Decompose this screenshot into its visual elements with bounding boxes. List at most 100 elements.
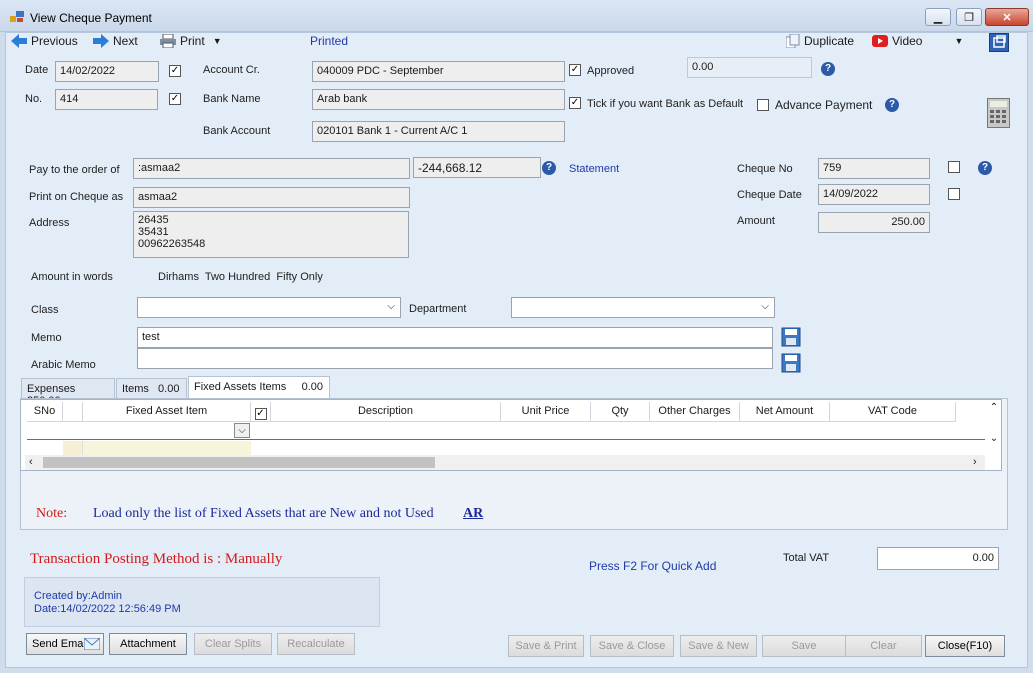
column-header[interactable]: Unit Price [501,402,591,422]
cheque-no-checkbox[interactable] [948,161,960,173]
memo-field[interactable]: test [137,327,773,348]
date-checkbox[interactable]: ✓ [169,65,181,77]
calculator-icon[interactable] [987,98,1010,128]
arabic-memo-field[interactable] [137,348,773,369]
amount-field[interactable]: 250.00 [818,212,930,233]
attachment-button[interactable]: Attachment [109,633,187,655]
amount-label: Amount [737,215,775,227]
column-header[interactable]: Net Amount [740,402,830,422]
cheque-no-label: Cheque No [737,163,793,175]
duplicate-button[interactable]: Duplicate [786,34,854,48]
recalculate-button[interactable]: Recalculate [277,633,355,655]
select-all-checkbox[interactable]: ✓ [254,408,267,420]
account-cr-label: Account Cr. [203,64,260,76]
statement-link[interactable]: Statement [569,163,619,175]
floppy-icon [781,327,801,347]
cheque-date-field[interactable]: 14/09/2022 [818,184,930,205]
save-memo-button[interactable] [781,327,801,347]
window-layout-button[interactable] [989,33,1009,52]
pay-to-field[interactable]: :asmaa2 [133,158,410,179]
clear-button[interactable]: Clear [845,635,922,657]
total-vat-field[interactable]: 0.00 [877,547,999,570]
floppy-icon [781,353,801,373]
previous-button[interactable]: Previous [11,34,78,48]
chevron-left-icon[interactable]: ‹ [29,456,33,468]
minimize-button[interactable]: ▁ [925,8,951,26]
column-header[interactable]: Description [271,402,501,422]
video-button[interactable]: Video ▼ [872,34,963,48]
clear-splits-button[interactable]: Clear Splits [194,633,272,655]
duplicate-icon [786,34,800,48]
close-button[interactable]: Close(F10) [925,635,1005,657]
no-field[interactable]: 414 [55,89,158,110]
account-cr-field[interactable]: 040009 PDC - September [312,61,565,82]
chevron-down-icon: ⌵ [761,301,769,312]
next-button[interactable]: Next [93,34,138,48]
bank-default-label: Tick if you want Bank as Default [587,98,744,110]
approved-label: Approved [587,65,635,77]
scrollbar-thumb[interactable] [43,457,435,468]
cheque-date-checkbox[interactable] [948,188,960,200]
tab-expenses[interactable]: Expenses 250.00 [21,378,115,407]
table-row[interactable] [27,441,985,455]
print-button[interactable]: Print ▼ [160,34,222,48]
bank-account-label: Bank Account [203,125,271,137]
vertical-scrollbar[interactable]: ⌃ ⌄ [986,402,1002,455]
note-text: Load only the list of Fixed Assets that … [93,506,434,521]
column-header[interactable]: Other Charges [650,402,740,422]
ar-link[interactable]: AR [463,506,483,522]
advance-payment-label: Advance Payment [775,98,873,112]
window-title: View Cheque Payment [30,11,152,25]
save-button[interactable]: Save [762,635,846,657]
address-field[interactable]: 26435 35431 00962263548 [133,211,409,258]
bank-default-checkbox[interactable]: ✓ [569,97,581,109]
send-email-button[interactable]: Send Email [26,633,104,655]
save-new-button[interactable]: Save & New [680,635,757,657]
department-label: Department [409,303,467,315]
help-icon[interactable]: ? [821,62,835,76]
pay-to-label: Pay to the order of [29,164,120,176]
print-on-cheque-field[interactable]: asmaa2 [133,187,410,208]
column-header[interactable]: Fixed Asset Item [83,402,251,422]
youtube-icon [872,35,888,47]
advance-payment-checkbox[interactable] [757,99,769,111]
column-header[interactable]: SNo [27,402,63,422]
column-header[interactable] [63,402,83,422]
approved-checkbox[interactable]: ✓ [569,64,581,76]
bank-account-field[interactable]: 020101 Bank 1 - Current A/C 1 [312,121,565,142]
maximize-button[interactable]: ❐ [956,8,982,26]
column-header[interactable]: VAT Code [830,402,956,422]
bank-name-field[interactable]: Arab bank [312,89,565,110]
save-arabic-memo-button[interactable] [781,353,801,373]
column-header[interactable]: Qty [591,402,650,422]
class-label: Class [31,304,59,316]
restore-icon: ❐ [964,11,974,24]
help-icon[interactable]: ? [885,98,899,112]
fixed-assets-grid[interactable]: SNo Fixed Asset Item ✓ Description Unit … [20,399,1002,471]
help-icon[interactable]: ? [542,161,556,175]
quick-add-hint: Press F2 For Quick Add [589,559,717,573]
class-select[interactable]: ⌵ [137,297,401,318]
save-close-button[interactable]: Save & Close [590,635,674,657]
chevron-up-icon[interactable]: ⌃ [986,402,1002,413]
tab-fixed-assets[interactable]: Fixed Assets Items 0.00 [188,376,330,399]
department-select[interactable]: ⌵ [511,297,775,318]
close-window-button[interactable]: ✕ [985,8,1029,26]
no-label: No. [25,93,43,105]
amount-box[interactable]: 0.00 [687,57,812,78]
chevron-down-icon[interactable]: ⌵ [234,423,250,438]
table-row[interactable] [27,422,985,440]
cheque-no-field[interactable]: 759 [818,158,930,179]
column-header[interactable]: ✓ [251,402,271,422]
no-checkbox[interactable]: ✓ [169,93,181,105]
save-print-button[interactable]: Save & Print [508,635,584,657]
help-icon[interactable]: ? [978,161,992,175]
tab-items[interactable]: Items 0.00 [116,378,187,399]
address-line: 00962263548 [138,238,206,250]
app-icon [10,11,24,23]
date-field[interactable]: 14/02/2022 [55,61,159,82]
chevron-down-icon[interactable]: ⌄ [986,433,1002,444]
created-info-box: Created by:Admin Date:14/02/2022 12:56:4… [24,577,380,627]
horizontal-scrollbar[interactable]: ‹ › [25,455,985,470]
chevron-right-icon[interactable]: › [973,456,977,468]
